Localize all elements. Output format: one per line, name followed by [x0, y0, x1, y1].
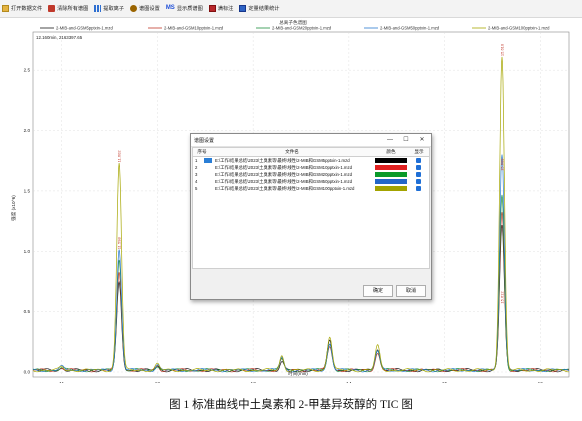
y-tick-label: 2.0: [24, 128, 31, 133]
quant-stats-button[interactable]: 定量结果统计: [237, 1, 283, 16]
grid-icon: [208, 5, 216, 12]
row-file: E:\工作\结果总结\2023\土臭素等\最终\线性\2-MIB和GSM20pp…: [215, 172, 353, 177]
row-file: E:\工作\结果总结\2023\土臭素等\最终\线性\2-MIB和GSM10pp…: [215, 165, 353, 170]
y-tick-label: 2.5: [24, 68, 31, 73]
legend-entry: 2-MIB-and-GSM5pptxin-1.mzd: [56, 26, 113, 31]
bar-chart-icon: [94, 5, 102, 12]
table-icon: [239, 5, 247, 12]
table-row[interactable]: 1 E:\工作\结果总结\2023\土臭素等\最终\线性\2-MIB和GSM5p…: [193, 157, 429, 164]
table-row[interactable]: 2 E:\工作\结果总结\2023\土臭素等\最终\线性\2-MIB和GSM10…: [193, 164, 429, 171]
x-tick-label: 11: [59, 381, 64, 383]
peak-label: 15.610: [500, 43, 505, 56]
table-row[interactable]: 4 E:\工作\结果总结\2023\土臭素等\最终\线性\2-MIB和GSM50…: [193, 178, 429, 185]
y-tick-label: 0.0: [24, 370, 31, 375]
row-file: E:\工作\结果总结\2023\土臭素等\最终\线性\2-MIB和GSM100p…: [215, 186, 355, 191]
y-tick-label: 1.5: [24, 188, 31, 193]
column-header-color[interactable]: 颜色: [373, 148, 409, 157]
extract-ion-button[interactable]: 提取离子: [92, 1, 128, 16]
row-color-swatch[interactable]: [375, 186, 407, 191]
open-file-label: 打开数据文件: [11, 6, 43, 12]
spectrum-settings-dialog: 谱图设置 — ☐ ✕ 序号 文件名 颜色 显示 1 E:\工作\结果总结\202…: [190, 133, 432, 300]
x-axis-ticks: 11 12 13 14 15 16: [59, 381, 544, 387]
figure-caption: 图 1 标准曲线中土臭素和 2-甲基异莰醇的 TIC 图: [169, 399, 413, 411]
minimize-icon[interactable]: —: [383, 134, 397, 146]
column-header-index[interactable]: 序号: [193, 148, 211, 157]
column-header-file[interactable]: 文件名: [211, 148, 373, 157]
row-show-checkbox[interactable]: [416, 172, 421, 177]
spectrum-table: 序号 文件名 颜色 显示 1 E:\工作\结果总结\2023\土臭素等\最终\线…: [192, 147, 430, 269]
clear-spectra-button[interactable]: 清除所有谱图: [46, 1, 92, 16]
row-color-swatch[interactable]: [375, 158, 407, 163]
folder-icon: [2, 5, 9, 12]
quant-stats-label: 定量结果统计: [248, 6, 280, 12]
ok-button[interactable]: 确定: [363, 285, 393, 297]
toolbar: 打开数据文件 清除所有谱图 提取离子 谱图设置 MS 显示质谱图 满标注 定量结果…: [0, 0, 582, 18]
x-tick-label: 12: [155, 381, 161, 383]
row-index: 5: [195, 186, 198, 191]
peak-label: 15.609: [500, 158, 505, 171]
x-tick-label: 15: [442, 381, 448, 383]
maximize-icon[interactable]: ☐: [399, 134, 413, 146]
legend-entry: 2-MIB-and-GSM100pptxin-1.mzd: [488, 26, 550, 31]
column-header-show[interactable]: 显示: [409, 148, 429, 157]
show-mass-spectrum-label: 显示质谱图: [176, 6, 203, 12]
x-tick-label: 13: [250, 381, 256, 383]
ms-icon: MS: [165, 5, 175, 11]
table-row[interactable]: 5 E:\工作\结果总结\2023\土臭素等\最终\线性\2-MIB和GSM10…: [193, 185, 429, 192]
full-label-label: 满标注: [217, 6, 234, 12]
legend-entry: 2-MIB-and-GSM50pptxin-1.mzd: [380, 26, 440, 31]
row-show-checkbox[interactable]: [416, 186, 421, 191]
chromatogram-app: 打开数据文件 清除所有谱图 提取离子 谱图设置 MS 显示质谱图 满标注 定量结果…: [0, 0, 582, 387]
row-index: 2: [195, 165, 198, 170]
open-file-button[interactable]: 打开数据文件: [0, 1, 46, 16]
x-tick-label: 16: [538, 381, 544, 383]
clear-spectra-label: 清除所有谱图: [57, 6, 89, 12]
close-icon[interactable]: ✕: [415, 134, 429, 146]
cancel-button[interactable]: 取消: [396, 285, 426, 297]
show-mass-spectrum-button[interactable]: MS 显示质谱图: [164, 1, 207, 16]
spectrum-settings-label: 谱图设置: [139, 6, 160, 12]
dialog-title: 谱图设置: [194, 137, 215, 144]
table-row[interactable]: 3 E:\工作\结果总结\2023\土臭素等\最终\线性\2-MIB和GSM20…: [193, 171, 429, 178]
peak-label: 15.612: [500, 291, 505, 304]
row-color-swatch[interactable]: [375, 172, 407, 177]
legend-entry: 2-MIB-and-GSM10pptxin-1.mzd: [164, 26, 224, 31]
trash-icon: [48, 5, 56, 12]
cursor-readout: 12.160min, 2163397.65: [36, 35, 83, 40]
peak-label: 11.602: [117, 150, 122, 163]
row-show-checkbox[interactable]: [416, 158, 421, 163]
row-file: E:\工作\结果总结\2023\土臭素等\最终\线性\2-MIB和GSM5ppt…: [215, 158, 350, 163]
y-axis-label: 强度 (x10^6): [10, 195, 17, 221]
y-axis-ticks: 0.0 0.5 1.0 1.5 2.0 2.5: [24, 68, 31, 375]
row-selected-marker: [204, 158, 212, 163]
row-file: E:\工作\结果总结\2023\土臭素等\最终\线性\2-MIB和GSM50pp…: [215, 179, 353, 184]
y-tick-label: 1.0: [24, 249, 31, 254]
x-tick-label: 14: [346, 381, 352, 383]
legend-entry: 2-MIB-and-GSM20pptxin-1.mzd: [272, 26, 332, 31]
y-tick-label: 0.5: [24, 309, 31, 314]
row-index: 3: [195, 172, 198, 177]
full-label-button[interactable]: 满标注: [207, 1, 238, 16]
chart-legend: 2-MIB-and-GSM5pptxin-1.mzd 2-MIB-and-GSM1…: [40, 26, 550, 31]
row-show-checkbox[interactable]: [416, 165, 421, 170]
spectrum-settings-button[interactable]: 谱图设置: [128, 1, 164, 16]
row-index: 4: [195, 179, 198, 184]
dialog-titlebar: 谱图设置 — ☐ ✕: [191, 134, 431, 147]
gear-icon: [130, 5, 138, 12]
row-color-swatch[interactable]: [375, 179, 407, 184]
extract-ion-label: 提取离子: [103, 6, 125, 12]
row-show-checkbox[interactable]: [416, 179, 421, 184]
x-axis-label: 时间(min): [288, 370, 308, 377]
row-color-swatch[interactable]: [375, 165, 407, 170]
peak-label: 11.598: [117, 237, 122, 250]
